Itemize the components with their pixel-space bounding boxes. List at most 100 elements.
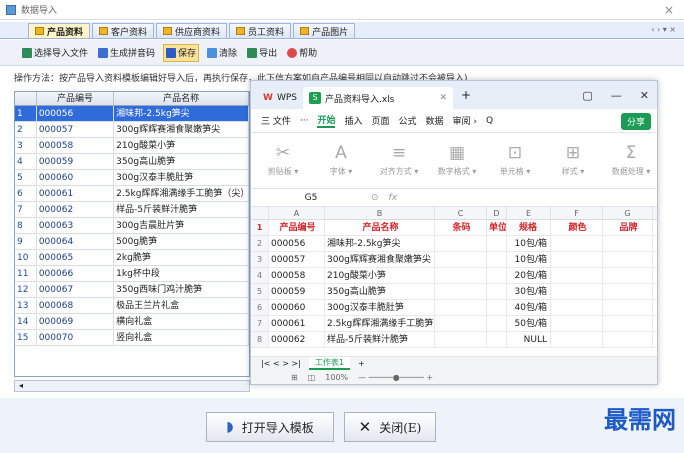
close-button[interactable]: ✕ 关闭(E) xyxy=(344,412,436,442)
product-name-cell[interactable]: 2.5kg辉辉湘满缘手工脆笋（尖） xyxy=(114,186,249,201)
sheet-cell[interactable]: 50包/箱 xyxy=(507,316,551,331)
row-number[interactable]: 12 xyxy=(15,282,37,297)
menu-more[interactable]: ··· xyxy=(300,116,309,126)
sheet-cell[interactable] xyxy=(435,268,487,283)
sheet-cell[interactable] xyxy=(435,252,487,267)
sheet-cell[interactable]: NULL xyxy=(507,332,551,347)
scroll-left-icon[interactable]: ◂ xyxy=(19,381,23,390)
product-code-cell[interactable]: 000064 xyxy=(37,234,115,249)
product-code-cell[interactable]: 000062 xyxy=(37,202,115,217)
zoom-level[interactable]: 100% xyxy=(325,373,348,382)
sheet-cell[interactable] xyxy=(551,236,603,251)
sheet-cell[interactable]: 湘味邦-2.5kg笋尖 xyxy=(325,236,435,251)
sheet-cell[interactable] xyxy=(487,316,507,331)
restore-icon[interactable]: ▢ xyxy=(582,89,592,102)
minimize-icon[interactable]: — xyxy=(611,89,622,102)
row-header[interactable]: 7 xyxy=(251,316,269,331)
product-name-cell[interactable]: 210g酸菜小笋 xyxy=(114,138,249,153)
sheet-cell[interactable]: 300g汉泰丰脆肚笋 xyxy=(325,300,435,315)
row-number[interactable]: 3 xyxy=(15,138,37,153)
menu-file[interactable]: 三 文件 xyxy=(261,114,291,127)
ribbon-align[interactable]: ≡ 对齐方式 ▾ xyxy=(377,144,421,177)
product-code-cell[interactable]: 000068 xyxy=(37,298,115,313)
sheet-cell[interactable]: 10包/箱 xyxy=(507,236,551,251)
sheet-cell[interactable]: 210g酸菜小笋 xyxy=(325,268,435,283)
product-code-cell[interactable]: 000069 xyxy=(37,314,115,329)
table-row[interactable]: 3 000058 210g酸菜小笋 xyxy=(15,138,249,154)
table-row[interactable]: 2 000057 300g辉辉赛湘食聚嫩笋尖 xyxy=(15,122,249,138)
sheet-cell[interactable] xyxy=(435,284,487,299)
table-row[interactable]: 11 000066 1kg杯中段 xyxy=(15,266,249,282)
sheet-cell[interactable] xyxy=(603,300,653,315)
tab-suppliers[interactable]: 供应商资料 xyxy=(156,23,228,38)
sheet-cell[interactable] xyxy=(603,316,653,331)
table-row[interactable]: 6 000061 2.5kg辉辉湘满缘手工脆笋（尖） xyxy=(15,186,249,202)
ribbon-styles[interactable]: ⊞ 样式 ▾ xyxy=(551,144,595,177)
menu-formula[interactable]: 公式 xyxy=(399,114,417,127)
sheet-cell[interactable]: 000057 xyxy=(269,252,325,267)
sheet-cell[interactable]: 40包/箱 xyxy=(507,300,551,315)
product-name-cell[interactable]: 竖向礼盒 xyxy=(114,330,249,345)
tab-product-images[interactable]: 产品图片 xyxy=(293,23,356,38)
sheet-cell[interactable]: 条码 xyxy=(435,220,487,235)
close-icon[interactable]: ✕ xyxy=(640,89,649,102)
menu-data[interactable]: 数据 xyxy=(426,114,444,127)
clear-button[interactable]: 清除 xyxy=(205,44,239,62)
wps-home-tab[interactable]: W WPS xyxy=(257,87,303,109)
column-header-code[interactable]: 产品编号 xyxy=(37,92,115,105)
grid-horizontal-scrollbar[interactable]: ◂ xyxy=(14,380,250,392)
sheet-cell[interactable]: 30包/箱 xyxy=(507,284,551,299)
tab-close-icon[interactable]: ✕ xyxy=(439,93,447,103)
tab-nav-arrows[interactable]: ‹ › ▾ × xyxy=(651,25,676,34)
row-number[interactable]: 5 xyxy=(15,170,37,185)
row-number[interactable]: 7 xyxy=(15,202,37,217)
zoom-slider[interactable]: — ─────●───── + xyxy=(358,373,433,382)
sheet-cell[interactable] xyxy=(435,332,487,347)
export-button[interactable]: 导出 xyxy=(245,44,279,62)
table-row[interactable]: 10 000065 2kg脆笋 xyxy=(15,250,249,266)
row-number[interactable]: 8 xyxy=(15,218,37,233)
sheet-cell[interactable] xyxy=(551,252,603,267)
menu-review[interactable]: 审阅 › xyxy=(453,114,477,127)
table-row[interactable]: 12 000067 350g西味门鸡汁脆笋 xyxy=(15,282,249,298)
sheet-cell[interactable] xyxy=(551,300,603,315)
table-row[interactable]: 9 000064 500g脆笋 xyxy=(15,234,249,250)
row-number[interactable]: 14 xyxy=(15,314,37,329)
open-template-button[interactable]: ◗ 打开导入模板 xyxy=(206,412,334,442)
sheet-cell[interactable] xyxy=(551,284,603,299)
row-number[interactable]: 9 xyxy=(15,234,37,249)
sheet-cell[interactable]: 000059 xyxy=(269,284,325,299)
product-code-cell[interactable]: 000056 xyxy=(37,106,115,121)
product-name-cell[interactable]: 350g西味门鸡汁脆笋 xyxy=(114,282,249,297)
ribbon-font[interactable]: A 字体 ▾ xyxy=(319,144,363,177)
cell-reference-box[interactable]: G5 xyxy=(251,193,371,203)
tab-employees[interactable]: 员工资料 xyxy=(229,23,292,38)
product-name-cell[interactable]: 300g汉泰丰脆肚笋 xyxy=(114,170,249,185)
table-row[interactable]: 13 000068 极品王兰片礼盒 xyxy=(15,298,249,314)
ribbon-cells[interactable]: ⊡ 单元格 ▾ xyxy=(493,144,537,177)
ribbon-clipboard[interactable]: ✂ 剪贴板 ▾ xyxy=(261,144,305,177)
product-code-cell[interactable]: 000061 xyxy=(37,186,115,201)
product-name-cell[interactable]: 500g脆笋 xyxy=(114,234,249,249)
sheet-nav-icon[interactable]: |< < > >| xyxy=(261,359,301,368)
sheet-tab-1[interactable]: 工作表1 xyxy=(308,357,350,370)
sheet-cell[interactable] xyxy=(551,316,603,331)
help-button[interactable]: 帮助 xyxy=(285,44,319,62)
row-header[interactable]: 2 xyxy=(251,236,269,251)
product-name-cell[interactable]: 2kg脆笋 xyxy=(114,250,249,265)
sheet-cell[interactable] xyxy=(603,284,653,299)
product-code-cell[interactable]: 000070 xyxy=(37,330,115,345)
product-name-cell[interactable]: 横向礼盒 xyxy=(114,314,249,329)
menu-home[interactable]: 开始 xyxy=(317,113,336,128)
product-name-cell[interactable]: 湘味邦-2.5kg笋尖 xyxy=(114,106,249,121)
menu-page[interactable]: 页面 xyxy=(372,114,390,127)
tab-products[interactable]: 产品资料 xyxy=(28,23,91,38)
sheet-cell[interactable]: 300g辉辉赛湘食聚嫩笋尖 xyxy=(325,252,435,267)
product-code-cell[interactable]: 000059 xyxy=(37,154,115,169)
ribbon-data-processing[interactable]: Σ 数据处理 ▾ xyxy=(609,144,653,177)
sheet-cell[interactable]: 产品名称 xyxy=(325,220,435,235)
sheet-cell[interactable]: 品牌 xyxy=(603,220,653,235)
product-name-cell[interactable]: 350g高山脆笋 xyxy=(114,154,249,169)
sheet-cell[interactable]: 000062 xyxy=(269,332,325,347)
sheet-cell[interactable]: 样品-5斤装鲜汁脆笋 xyxy=(325,332,435,347)
